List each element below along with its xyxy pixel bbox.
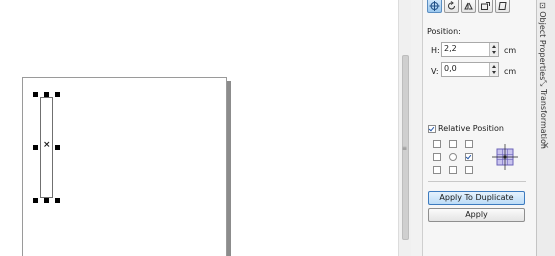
relative-position-label: Relative Position — [438, 124, 504, 133]
position-tool-button[interactable] — [427, 0, 442, 13]
anchor-center[interactable] — [449, 153, 457, 161]
size-tool-button[interactable] — [478, 0, 493, 13]
transformation-icon: ⤡ — [539, 80, 548, 89]
mirror-icon — [464, 2, 473, 10]
anchor-top-right[interactable] — [465, 140, 473, 148]
tab-object-properties-label: Object Properties — [538, 11, 547, 81]
selection-handle-middle-right[interactable] — [55, 145, 60, 150]
rotate-icon — [448, 1, 455, 10]
position-icon — [429, 1, 440, 11]
apply-button[interactable]: Apply — [428, 208, 525, 222]
h-label: H: — [431, 46, 440, 55]
h-position-stepper[interactable] — [489, 43, 498, 56]
selection-handle-top-left[interactable] — [33, 92, 38, 97]
anchor-bottom-left[interactable] — [433, 166, 441, 174]
anchor-top-center[interactable] — [449, 140, 457, 148]
mirror-tool-button[interactable] — [461, 0, 476, 13]
page-shadow — [227, 81, 231, 256]
anchor-middle-right[interactable] — [465, 153, 473, 161]
v-unit-label: cm — [504, 67, 517, 76]
relative-position-preview-icon — [492, 144, 518, 170]
spin-down-icon[interactable] — [492, 71, 496, 74]
skew-icon — [498, 2, 507, 10]
spin-up-icon[interactable] — [492, 45, 496, 48]
v-label: V: — [431, 67, 439, 76]
splitter-grip-icon[interactable]: ≡ — [402, 145, 407, 152]
selection-handle-top-right[interactable] — [55, 92, 60, 97]
tab-object-properties[interactable]: ⊡ Object Properties — [538, 2, 547, 80]
spin-up-icon[interactable] — [492, 65, 496, 68]
anchor-middle-left[interactable] — [433, 153, 441, 161]
center-marker-icon[interactable]: × — [43, 141, 51, 150]
position-section-label: Position: — [427, 27, 461, 36]
spin-down-icon[interactable] — [492, 51, 496, 54]
h-position-field[interactable]: 2,2 — [441, 42, 499, 57]
anchor-top-left[interactable] — [433, 140, 441, 148]
selection-handle-bottom-center[interactable] — [44, 198, 49, 203]
close-docker-icon[interactable]: × — [542, 141, 550, 151]
size-icon — [481, 2, 490, 10]
rotate-tool-button[interactable] — [444, 0, 459, 13]
selection-handle-middle-left[interactable] — [33, 145, 38, 150]
v-position-value: 0,0 — [444, 64, 457, 73]
tab-transformation[interactable]: ⤡ Transformation — [538, 80, 548, 149]
object-properties-icon: ⊡ — [538, 2, 547, 12]
h-unit-label: cm — [504, 46, 517, 55]
v-position-field[interactable]: 0,0 — [441, 62, 499, 77]
selection-handle-bottom-right[interactable] — [55, 198, 60, 203]
skew-tool-button[interactable] — [495, 0, 510, 13]
apply-to-duplicate-button[interactable]: Apply To Duplicate — [428, 191, 525, 205]
tab-transformation-label: Transformation — [539, 88, 548, 149]
docker-separator — [428, 181, 526, 182]
anchor-bottom-right[interactable] — [465, 166, 473, 174]
selection-handle-top-center[interactable] — [44, 92, 49, 97]
h-position-value: 2,2 — [444, 44, 457, 53]
docker-splitter[interactable] — [411, 0, 423, 256]
anchor-bottom-center[interactable] — [449, 166, 457, 174]
selection-handle-bottom-left[interactable] — [33, 198, 38, 203]
relative-position-checkbox[interactable] — [428, 125, 436, 133]
v-position-stepper[interactable] — [489, 63, 498, 76]
